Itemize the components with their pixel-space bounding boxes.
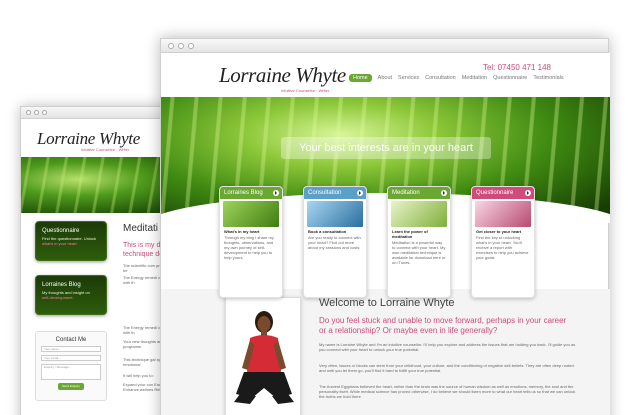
window-controls (168, 43, 194, 49)
play-arrow-icon[interactable] (441, 190, 447, 196)
logo-subtitle: Intuitive Counsellor · Writer (281, 88, 330, 93)
box-description: Meditation is a powerful way to connect … (392, 240, 446, 265)
nav-consultation[interactable]: Consultation (425, 75, 456, 81)
card-accent: what's in your heart (42, 241, 77, 246)
name-field[interactable]: Your name... (41, 346, 101, 352)
box-title: Learn the power of meditation (392, 229, 428, 239)
page-heading: Meditati (123, 223, 159, 234)
box-header-label: Questionnaire (476, 190, 514, 196)
box-image (475, 201, 531, 227)
contact-title: Contact Me (55, 337, 87, 343)
nav-about[interactable]: About (378, 75, 392, 81)
play-arrow-icon[interactable] (357, 190, 363, 196)
box-description: Are you ready to connect with your heart… (308, 235, 361, 250)
box-image (307, 201, 363, 227)
feature-box-questionnaire[interactable]: Questionnaire Get closer to your heart F… (471, 186, 535, 298)
feature-box-meditation[interactable]: Meditation Learn the power of meditation… (387, 186, 451, 298)
site-logo[interactable]: Lorraine Whyte (37, 129, 140, 149)
box-description: Find the key to unlocking what's in your… (476, 235, 529, 260)
box-header: Consultation (304, 187, 366, 199)
window-dot-icon[interactable] (188, 43, 194, 49)
box-header: Lorraines Blog (220, 187, 282, 199)
nav-questionnaire[interactable]: Questionnaire (493, 75, 527, 81)
contact-form: Contact Me Your name... Your email... En… (35, 331, 107, 401)
nav-home[interactable]: Home (349, 74, 372, 82)
box-header: Meditation (388, 187, 450, 199)
window-dot-icon[interactable] (178, 43, 184, 49)
send-enquiry-button[interactable]: Send Enquiry (58, 383, 84, 390)
body-paragraph: The Ancient Egyptians believed the heart… (319, 384, 576, 399)
portrait-photo (225, 297, 301, 415)
box-image (391, 201, 447, 227)
nav-meditation[interactable]: Meditation (462, 75, 487, 81)
questionnaire-card[interactable]: Questionnaire Find the questionnaire. Un… (35, 221, 107, 261)
window-dot-icon[interactable] (26, 110, 31, 115)
box-description: Through my blog I share my thoughts, obs… (224, 235, 274, 260)
logo-subtitle: Intuitive Counsellor · Writer (81, 147, 130, 152)
window-dot-icon[interactable] (168, 43, 174, 49)
window-dot-icon[interactable] (42, 110, 47, 115)
intro-text: Do you feel stuck and unable to move for… (319, 316, 567, 335)
banner-tagline: Your best interests are in your heart (281, 137, 491, 159)
feature-box-blog[interactable]: Lorraines Blog What's in my heart Throug… (219, 186, 283, 298)
window-chrome (161, 39, 608, 53)
box-image (223, 201, 279, 227)
card-title: Lorraines Blog (42, 282, 81, 288)
woman-portrait-icon (226, 298, 300, 415)
email-field[interactable]: Your email... (41, 355, 101, 361)
showcase-stage: Lorraine Whyte Intuitive Counsellor · Wr… (0, 0, 630, 415)
window-dot-icon[interactable] (34, 110, 39, 115)
browser-window-front: Lorraine Whyte Intuitive Counsellor · Wr… (160, 38, 610, 415)
body-paragraph: My name is Lorraine Whyte and I'm an int… (319, 342, 576, 352)
window-controls (26, 110, 47, 115)
box-header-label: Meditation (392, 190, 420, 196)
blog-card[interactable]: Lorraines Blog My thoughts and insight o… (35, 275, 107, 315)
play-arrow-icon[interactable] (273, 190, 279, 196)
site-header: Lorraine Whyte Intuitive Counsellor · Wr… (161, 53, 610, 97)
nav-services[interactable]: Services (398, 75, 419, 81)
play-arrow-icon[interactable] (525, 190, 531, 196)
phone-number: Tel: 07450 471 148 (482, 63, 551, 72)
box-header: Questionnaire (472, 187, 534, 199)
main-nav: Home About Services Consultation Meditat… (349, 74, 564, 82)
message-field[interactable]: Enquiry / Message... (41, 364, 101, 380)
box-header-label: Lorraines Blog (224, 190, 263, 196)
site-logo[interactable]: Lorraine Whyte (219, 63, 346, 88)
body-paragraph: Very often, issues or blocks can stem fr… (319, 363, 574, 373)
welcome-heading: Welcome to Lorraine Whyte (319, 297, 455, 309)
box-header-label: Consultation (308, 190, 342, 196)
card-title: Questionnaire (42, 228, 80, 234)
card-accent: self-development. (42, 295, 74, 300)
feature-box-consultation[interactable]: Consultation Book a consultation Are you… (303, 186, 367, 298)
nav-testimonials[interactable]: Testimonials (533, 75, 563, 81)
